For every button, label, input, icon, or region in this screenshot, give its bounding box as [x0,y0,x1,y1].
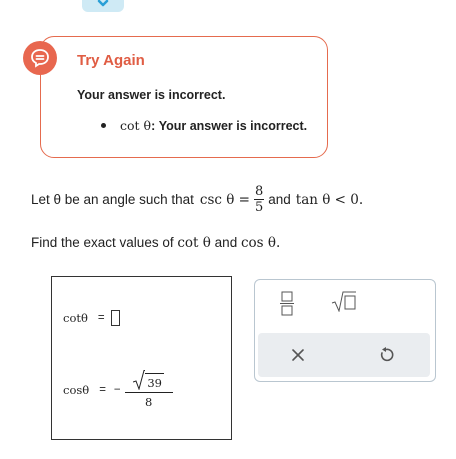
find-cos: cos θ. [240,235,281,251]
speech-bubble-icon [23,41,57,75]
bullet-function: cot θ [120,118,152,133]
bullet-dot [101,123,106,129]
undo-icon[interactable] [377,346,395,364]
feedback-message: Your answer is incorrect. [77,88,226,102]
fraction-bar [124,392,173,393]
cos-sign: − [113,383,121,396]
sqrt-expression: 39 [133,370,164,390]
cos-radicand: 39 [145,373,164,390]
cot-answer-row: cotθ = [63,310,120,326]
find-and: and [214,235,238,250]
cos-label: cosθ [63,382,90,397]
cot-input[interactable] [110,310,120,326]
fraction-template-icon[interactable] [280,290,294,316]
chevron-down-icon [97,0,109,7]
find-text: Find the exact values of [31,235,174,250]
radical-sign-icon [133,370,146,390]
csc-label: csc θ = [199,191,250,208]
cos-denominator: 8 [144,395,153,409]
find-cot: cot θ [177,235,211,251]
square-root-template-icon[interactable] [331,290,357,312]
cot-equals: = [97,312,105,324]
problem-statement: Let θ be an angle such that csc θ = 8 5 … [31,184,363,215]
feedback-bullet: cot θ: Your answer is incorrect. [101,118,307,133]
problem-and-text: and [268,192,291,207]
toolbox-action-bar [258,333,430,377]
csc-denominator: 5 [254,200,264,215]
feedback-title: Try Again [77,52,145,69]
problem-let-text: Let θ be an angle such that [31,192,194,207]
clear-icon[interactable] [290,347,306,363]
collapse-tab[interactable] [82,0,124,12]
answer-area [51,276,232,440]
tan-condition: tan θ < 0. [295,191,364,208]
cot-label: cotθ [63,311,88,325]
bullet-text: : Your answer is incorrect. [151,119,308,133]
cos-answer-row: cosθ = − 39 8 [63,370,173,409]
csc-fraction: 8 5 [253,184,265,215]
csc-numerator: 8 [254,184,264,199]
cos-input[interactable]: 39 8 [124,370,173,409]
problem-question: Find the exact values of cot θ and cos θ… [31,235,280,251]
cos-equals: = [99,383,106,396]
